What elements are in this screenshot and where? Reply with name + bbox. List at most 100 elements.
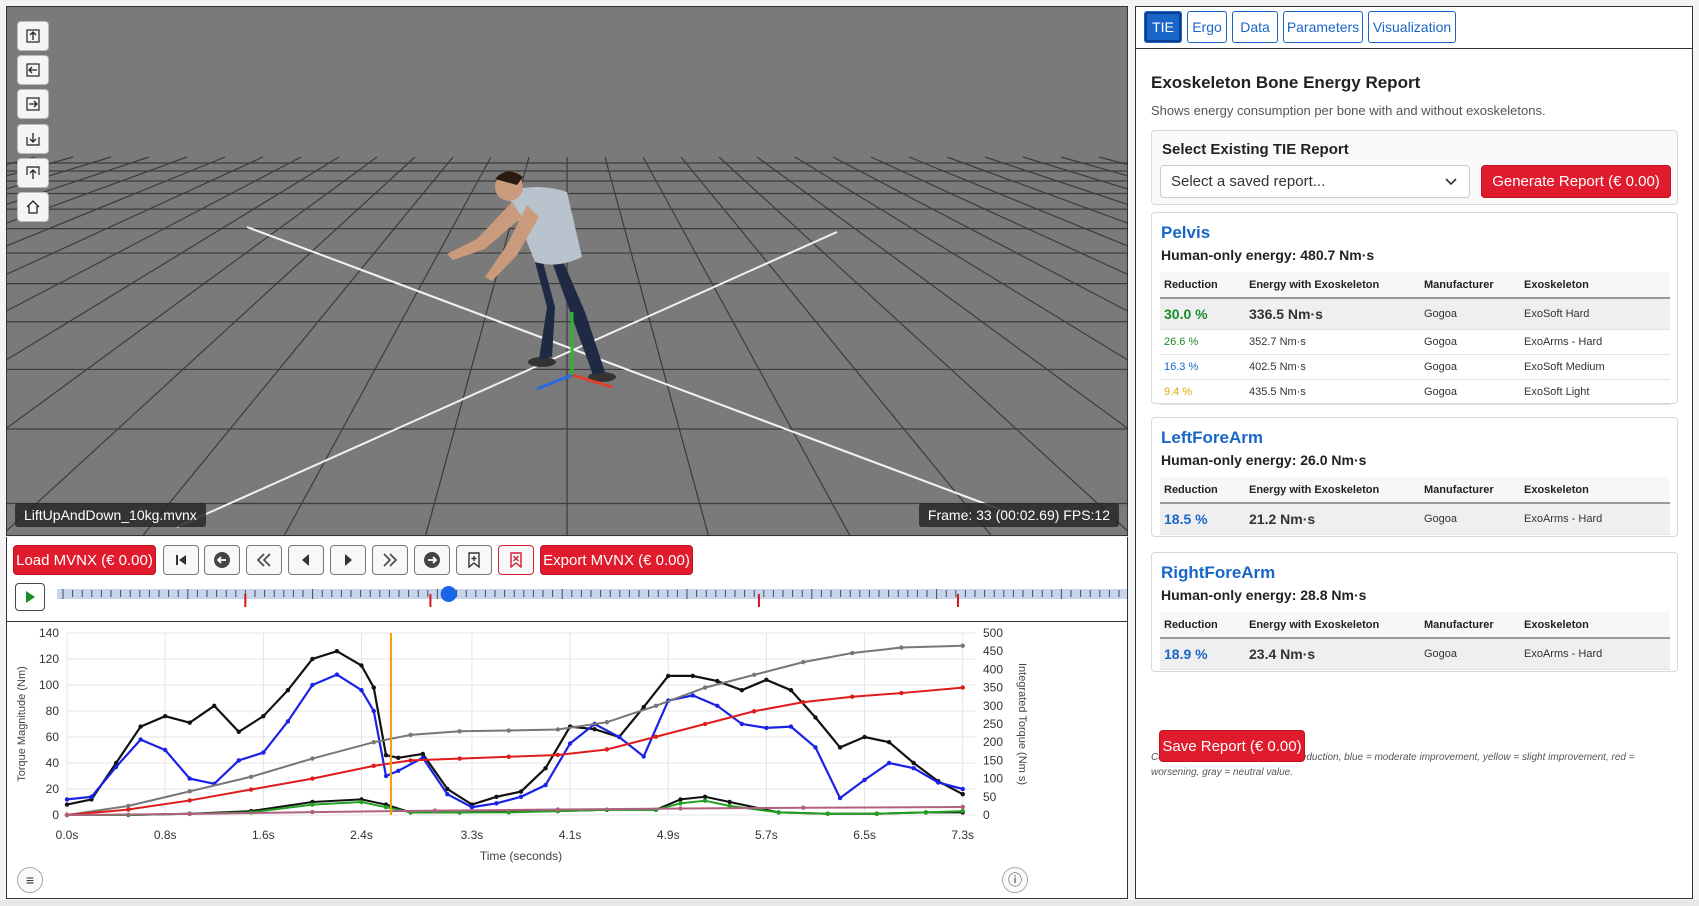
y2-tick-label: 500 — [983, 626, 1003, 640]
view-left-icon[interactable] — [17, 55, 49, 85]
manufacturer-cell: Gogoa — [1420, 329, 1520, 355]
view-down-icon[interactable] — [17, 124, 49, 154]
series-point — [567, 741, 573, 746]
series-line — [66, 686, 963, 816]
series-point — [666, 673, 671, 679]
y-tick-label: 0 — [52, 808, 59, 822]
next-marker-button[interactable] — [414, 545, 450, 575]
bone-card-pelvis: Pelvis Human-only energy: 480.7 Nm·s Red… — [1151, 212, 1678, 405]
series-point — [310, 802, 315, 807]
generate-report-button[interactable]: Generate Report (€ 0.00) — [1481, 165, 1671, 198]
play-button[interactable] — [15, 583, 45, 611]
bone-card-leftforearm: LeftForeArm Human-only energy: 26.0 Nm·s… — [1151, 417, 1678, 537]
x-tick-label: 1.6s — [252, 828, 275, 842]
fast-forward-button[interactable] — [372, 545, 408, 575]
series-point — [702, 685, 708, 690]
series-point — [187, 789, 192, 794]
tab-visualization[interactable]: Visualization — [1368, 11, 1456, 43]
y-tick-label: 20 — [46, 782, 60, 796]
exoskeleton-link[interactable]: ExoSoft Hard — [1520, 298, 1670, 330]
bone-name: LeftForeArm — [1161, 428, 1264, 447]
x-axis-label: Time (seconds) — [480, 849, 562, 863]
series-point — [837, 745, 843, 750]
fast-rewind-button[interactable] — [246, 545, 282, 575]
series-point — [702, 794, 708, 799]
scene-canvas[interactable] — [7, 7, 1128, 536]
grid-line — [870, 156, 1127, 275]
exoskeleton-link[interactable]: ExoArms - Hard — [1520, 638, 1670, 670]
series-point — [285, 688, 291, 693]
series-point — [383, 805, 389, 810]
tab-tie[interactable]: TIE — [1144, 11, 1182, 43]
y2-tick-label: 150 — [983, 753, 1003, 767]
double-chevron-left-icon — [256, 553, 271, 567]
x-tick-label: 4.1s — [559, 828, 582, 842]
series-point — [702, 721, 708, 727]
manufacturer-cell: Gogoa — [1420, 354, 1520, 380]
header-exoskeleton: Exoskeleton — [1520, 612, 1670, 639]
previous-marker-button[interactable] — [204, 545, 240, 575]
bottom-strip — [0, 900, 1699, 906]
header-exoskeleton: Exoskeleton — [1520, 477, 1670, 504]
view-up-icon[interactable] — [17, 21, 49, 51]
timeline-handle[interactable] — [440, 586, 457, 602]
saved-report-select[interactable]: Select a saved report... — [1160, 165, 1470, 198]
exoskeleton-link[interactable]: ExoArms - Hard — [1520, 329, 1670, 355]
save-report-button[interactable]: Save Report (€ 0.00) — [1159, 730, 1305, 762]
load-mvnx-button[interactable]: Load MVNX (€ 0.00) — [13, 545, 156, 575]
timeline-slider[interactable] — [57, 583, 1127, 613]
chart-series — [64, 643, 965, 818]
tab-ergo[interactable]: Ergo — [1187, 11, 1227, 43]
menu-icon[interactable]: ≡ — [17, 867, 43, 893]
series-point — [776, 810, 781, 815]
exoskeleton-link[interactable]: ExoSoft Light — [1520, 379, 1670, 405]
series-point — [751, 709, 757, 714]
home-icon[interactable] — [17, 192, 49, 222]
triangle-right-icon — [345, 554, 352, 566]
series-point — [138, 737, 143, 742]
info-icon[interactable]: ⓘ — [1002, 867, 1028, 893]
y2-tick-label: 50 — [983, 790, 997, 804]
double-chevron-right-icon — [383, 553, 398, 567]
y2-tick-label: 100 — [983, 772, 1003, 786]
reduction-cell: 30.0 % — [1160, 298, 1245, 330]
series-point — [187, 776, 192, 781]
series-point — [641, 754, 646, 759]
header-exoskeleton: Exoskeleton — [1520, 272, 1670, 299]
view-right-icon[interactable] — [17, 89, 49, 119]
table-row: 18.9 % 23.4 Nm·s Gogoa ExoArms - Hard — [1160, 638, 1670, 670]
series-point — [506, 754, 511, 759]
series-point — [285, 719, 291, 724]
series-point — [187, 720, 192, 725]
view-front-icon[interactable] — [17, 158, 49, 188]
exoskeleton-link[interactable]: ExoSoft Medium — [1520, 354, 1670, 380]
x-tick-label: 0.8s — [154, 828, 177, 842]
tab-data[interactable]: Data — [1232, 11, 1278, 43]
series-point — [764, 677, 769, 682]
chevron-down-icon — [1445, 178, 1457, 186]
exoskeleton-link[interactable]: ExoArms - Hard — [1520, 503, 1670, 535]
step-back-button[interactable] — [288, 545, 324, 575]
torque-chart[interactable]: 0 20 40 60 80 100 120 140 0 50 100 150 200 250 300 350 4… — [7, 622, 1129, 900]
energy-cell: 352.7 Nm·s — [1245, 329, 1420, 355]
series-point — [604, 719, 610, 725]
series-point — [862, 734, 867, 740]
table-row: 26.6 % 352.7 Nm·s Gogoa ExoArms - Hard — [1160, 329, 1670, 355]
series-point — [396, 768, 401, 773]
remove-bookmark-button[interactable] — [498, 545, 534, 575]
reduction-cell: 26.6 % — [1160, 329, 1245, 355]
tab-parameters[interactable]: Parameters — [1283, 11, 1363, 43]
add-bookmark-button[interactable] — [456, 545, 492, 575]
series-point — [960, 685, 965, 690]
3d-viewer[interactable]: LiftUpAndDown_10kg.mvnx Frame: 33 (00:02… — [6, 6, 1128, 536]
bone-name: RightForeArm — [1161, 563, 1276, 582]
series-point — [751, 672, 757, 678]
step-forward-button[interactable] — [330, 545, 366, 575]
export-mvnx-button[interactable]: Export MVNX (€ 0.00) — [540, 545, 693, 575]
series-point — [678, 797, 683, 802]
avatar-figure — [447, 171, 616, 382]
y-tick-label: 120 — [39, 652, 59, 666]
skip-to-start-button[interactable] — [163, 545, 199, 575]
series-point — [334, 649, 340, 654]
series-point — [445, 792, 450, 797]
